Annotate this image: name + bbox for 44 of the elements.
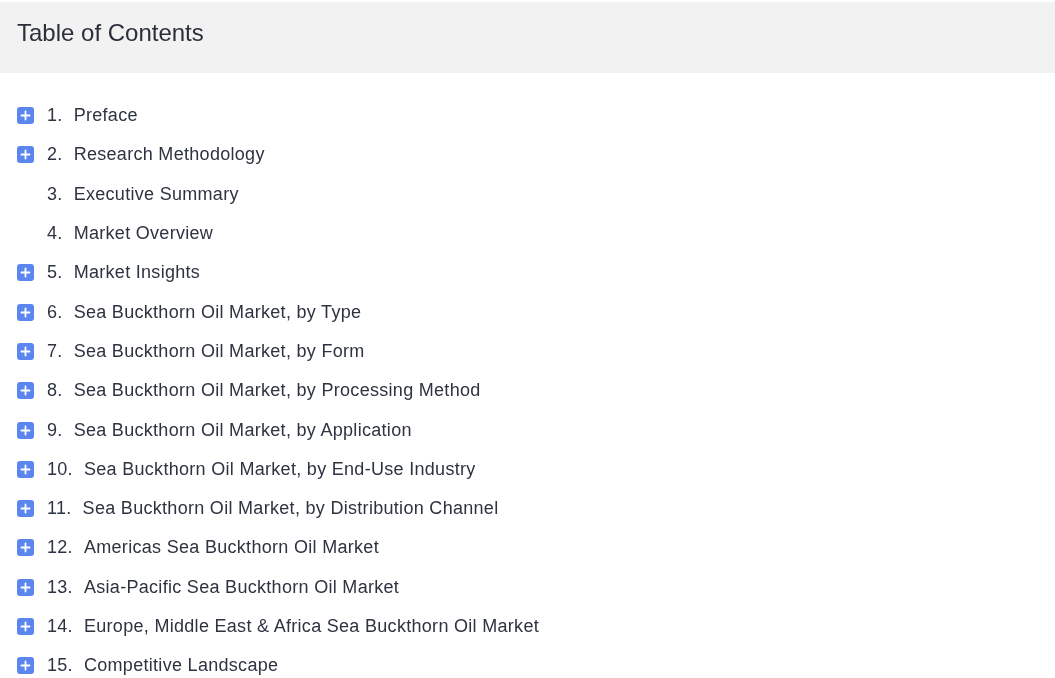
chapter-number: 2. [47, 143, 63, 167]
expand-plus-icon[interactable] [16, 618, 34, 635]
chapter-link[interactable]: Market Overview [73, 220, 214, 248]
expand-plus-icon[interactable] [16, 500, 34, 518]
chapter-number: 11. [47, 497, 72, 521]
expand-plus-icon[interactable] [16, 146, 34, 164]
expand-plus-icon[interactable] [16, 539, 34, 557]
expand-plus-icon[interactable] [16, 303, 34, 321]
expand-plus-icon[interactable] [16, 657, 34, 675]
chapter-link[interactable]: Research Methodology [73, 141, 265, 169]
chapter-link[interactable]: Market Insights [73, 259, 201, 287]
chapter-link[interactable]: Sea Buckthorn Oil Market, by Application [73, 416, 412, 444]
chapter-number: 3. [47, 182, 63, 206]
chapter-number: 4. [47, 222, 63, 246]
chapter-link[interactable]: Competitive Landscape [83, 652, 279, 678]
chapter-number: 15. [47, 654, 73, 678]
chapter-link[interactable]: Europe, Middle East & Africa Sea Buckthorn Oil Market [83, 613, 540, 640]
chapter-number: 8. [47, 379, 63, 403]
chapter-number: 5. [47, 261, 63, 285]
chapter-link[interactable]: Sea Buckthorn Oil Market, by Type [73, 298, 362, 326]
expand-plus-icon[interactable] [16, 264, 34, 282]
expand-plus-icon[interactable] [16, 342, 34, 360]
chapter-link[interactable]: Sea Buckthorn Oil Market, by Form [73, 337, 365, 365]
chapter-number: 1. [47, 104, 63, 128]
expand-plus-icon[interactable] [16, 460, 34, 478]
chapter-link[interactable]: Preface [73, 102, 138, 130]
expand-plus-icon[interactable] [16, 382, 34, 400]
chapter-number: 12. [47, 536, 73, 560]
chapter-number: 10. [47, 457, 73, 481]
chapter-link[interactable]: Sea Buckthorn Oil Market, by End-Use Industry [83, 455, 476, 483]
chapter-number: 7. [47, 339, 63, 363]
chapter-link[interactable]: Sea Buckthorn Oil Market, by Processing Method [73, 377, 481, 405]
chapter-number: 9. [47, 418, 63, 442]
chapter-link[interactable]: Americas Sea Buckthorn Oil Market [83, 534, 379, 562]
expand-plus-icon[interactable] [16, 421, 34, 439]
expand-plus-icon[interactable] [16, 107, 34, 125]
section-title: Table of Contents [17, 17, 204, 48]
chapter-number: 13. [47, 575, 73, 599]
chapter-link[interactable]: Sea Buckthorn Oil Market, by Distribution Channel [82, 495, 499, 523]
expand-plus-icon[interactable] [16, 578, 34, 596]
chapter-link[interactable]: Asia-Pacific Sea Buckthorn Oil Market [83, 573, 400, 601]
chapter-link[interactable]: Executive Summary [73, 180, 239, 208]
chapter-number: 6. [47, 300, 63, 324]
chapter-number: 14. [47, 615, 73, 638]
